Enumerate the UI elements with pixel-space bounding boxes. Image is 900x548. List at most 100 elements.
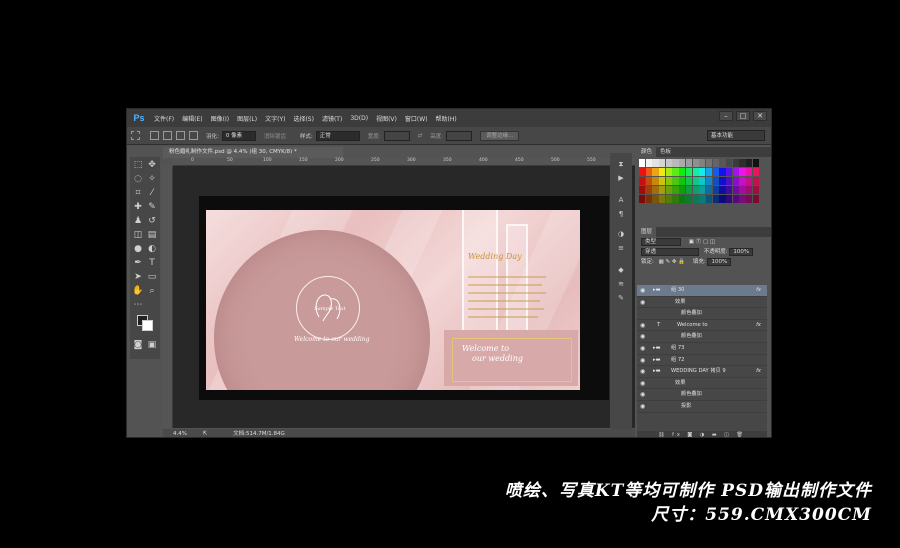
color-swatch[interactable]	[672, 159, 679, 168]
color-swatch[interactable]	[685, 185, 693, 195]
menu-file[interactable]: 文件(F)	[154, 114, 174, 123]
blend-mode-select[interactable]: 穿透	[641, 247, 699, 256]
properties-icon[interactable]: ≡	[616, 243, 626, 253]
menu-window[interactable]: 窗口(W)	[405, 114, 428, 123]
menu-layer[interactable]: 图层(L)	[237, 114, 257, 123]
color-swatch[interactable]	[672, 194, 679, 203]
add-selection-icon[interactable]	[163, 131, 172, 140]
rectangle-tool-icon[interactable]: ▭	[146, 271, 158, 283]
lasso-tool-icon[interactable]: ◌	[132, 173, 144, 185]
color-swatch[interactable]	[692, 185, 699, 195]
color-swatch[interactable]	[639, 167, 646, 177]
more-tools-icon[interactable]: ⋯	[132, 299, 144, 311]
color-swatch[interactable]	[739, 194, 746, 203]
visibility-eye-icon[interactable]: ◉	[640, 355, 645, 366]
color-swatch[interactable]	[685, 159, 693, 168]
width-input[interactable]	[383, 130, 410, 141]
color-swatch[interactable]	[659, 185, 666, 195]
color-swatch[interactable]	[739, 159, 746, 168]
layer-row[interactable]: ◉ 颜色叠加	[637, 331, 767, 343]
color-swatch[interactable]	[639, 159, 646, 168]
color-swatch[interactable]	[726, 194, 733, 203]
document-canvas[interactable]: Sample Text Welcome to our wedding Weddi…	[199, 196, 609, 400]
opacity-input[interactable]: 100%	[729, 247, 754, 256]
menu-view[interactable]: 视图(V)	[376, 114, 397, 123]
color-swatch[interactable]	[732, 176, 739, 186]
pen-tool-icon[interactable]: ✒	[132, 257, 144, 269]
layer-row[interactable]: ◉ ▸▬ 组 73	[637, 343, 767, 355]
visibility-eye-icon[interactable]: ◉	[640, 401, 645, 412]
color-swatch[interactable]	[652, 167, 659, 177]
layer-row[interactable]: ◉ 颜色叠加	[637, 389, 767, 401]
paths-icon[interactable]: ✎	[616, 293, 626, 303]
status-arrow-icon[interactable]: ⇱	[203, 431, 208, 437]
color-swatch[interactable]	[712, 185, 719, 195]
color-swatch[interactable]	[752, 176, 759, 186]
color-swatch[interactable]	[699, 167, 706, 177]
color-swatch[interactable]	[739, 176, 746, 186]
color-swatch[interactable]	[705, 194, 713, 203]
color-swatch[interactable]	[652, 176, 659, 186]
visibility-eye-icon[interactable]: ◉	[640, 378, 645, 389]
color-swatch[interactable]	[719, 159, 726, 168]
swap-icon[interactable]: ⇄	[418, 133, 423, 139]
color-swatch[interactable]	[712, 167, 719, 177]
eyedropper-tool-icon[interactable]: ⁄	[146, 187, 158, 199]
color-swatch[interactable]	[679, 159, 686, 168]
color-swatch[interactable]	[692, 194, 699, 203]
color-swatch[interactable]	[705, 159, 713, 168]
color-swatch[interactable]	[665, 194, 672, 203]
color-swatch[interactable]	[645, 159, 652, 168]
zoom-tool-icon[interactable]: ⌕	[146, 285, 158, 297]
color-swatch[interactable]	[685, 167, 693, 177]
character-icon[interactable]: A	[616, 195, 626, 205]
color-swatch[interactable]	[692, 176, 699, 186]
color-swatch[interactable]	[746, 159, 753, 168]
color-swatch[interactable]	[712, 159, 719, 168]
history-icon[interactable]: ⧗	[616, 159, 626, 169]
menu-3d[interactable]: 3D(D)	[350, 115, 368, 122]
fill-input[interactable]: 100%	[707, 257, 732, 266]
color-swatch[interactable]	[746, 194, 753, 203]
layer-row[interactable]: ◉ 效果	[637, 378, 767, 390]
color-swatch[interactable]	[699, 159, 706, 168]
color-swatch[interactable]	[639, 185, 646, 195]
intersect-selection-icon[interactable]	[189, 131, 198, 140]
color-swatch[interactable]	[752, 185, 759, 195]
color-swatch[interactable]	[752, 194, 759, 203]
color-swatch[interactable]	[739, 167, 746, 177]
menu-edit[interactable]: 编辑(E)	[182, 114, 202, 123]
color-swatch[interactable]	[719, 185, 726, 195]
subtract-selection-icon[interactable]	[176, 131, 185, 140]
layer-row[interactable]: ◉ ▸▬ 组 30 fx	[637, 285, 767, 297]
height-input[interactable]	[446, 130, 473, 141]
menu-select[interactable]: 选择(S)	[293, 114, 314, 123]
color-swatch[interactable]	[665, 167, 672, 177]
color-swatch[interactable]	[639, 194, 646, 203]
color-swatch[interactable]	[692, 167, 699, 177]
maximize-button[interactable]: □	[736, 111, 750, 121]
color-swatch[interactable]	[672, 167, 679, 177]
color-swatch[interactable]	[659, 167, 666, 177]
color-swatch[interactable]	[699, 194, 706, 203]
color-swatch[interactable]	[679, 176, 686, 186]
move-tool-icon[interactable]: ✥	[146, 159, 158, 171]
quick-mask-icon[interactable]: ◙	[132, 339, 144, 351]
color-swatch[interactable]	[679, 167, 686, 177]
menu-type[interactable]: 文字(Y)	[265, 114, 285, 123]
color-swatch[interactable]	[752, 159, 759, 168]
color-swatch[interactable]	[712, 194, 719, 203]
color-swatch[interactable]	[719, 167, 726, 177]
color-swatch[interactable]	[672, 176, 679, 186]
healing-brush-tool-icon[interactable]: ✚	[132, 201, 144, 213]
color-swatch[interactable]	[665, 159, 672, 168]
feather-input[interactable]: 0 像素	[221, 130, 256, 141]
color-swatch[interactable]	[746, 185, 753, 195]
color-swatch[interactable]	[645, 185, 652, 195]
layer-row[interactable]: ◉ T Welcome to fx	[637, 320, 767, 332]
color-swatch[interactable]	[685, 194, 693, 203]
layer-row[interactable]: 颜色叠加	[637, 308, 767, 320]
brush-tool-icon[interactable]: ✎	[146, 201, 158, 213]
workspace-select[interactable]: 基本功能	[707, 130, 765, 141]
color-swatch[interactable]	[645, 167, 652, 177]
